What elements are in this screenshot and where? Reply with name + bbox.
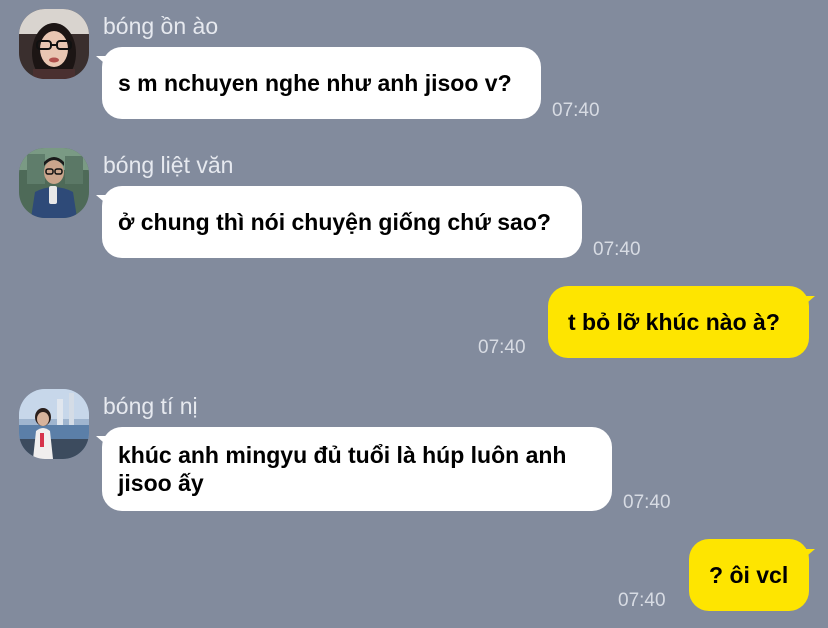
message-time: 07:40 (552, 100, 600, 121)
sender-name: bóng ồn ào (103, 13, 219, 39)
message-text: s m nchuyen nghe như anh jisoo v? (118, 70, 512, 96)
message-time: 07:40 (623, 492, 671, 513)
message-bubble[interactable]: ở chung thì nói chuyện giống chứ sao? (102, 186, 582, 258)
sender-name: bóng tí nị (103, 393, 198, 419)
avatar-photo-woman-seaside (19, 389, 89, 459)
avatar-bong-ti-ni[interactable] (19, 389, 89, 459)
avatar-bong-on-ao[interactable] (19, 9, 89, 79)
message-time: 07:40 (593, 239, 641, 260)
avatar-photo-man (19, 148, 89, 218)
message-text: t bỏ lỡ khúc nào à? (568, 309, 780, 335)
message-text: ở chung thì nói chuyện giống chứ sao? (118, 209, 551, 235)
avatar-photo-glasses (19, 9, 89, 79)
message-text: khúc anh mingyu đủ tuổi là húp luôn anh … (118, 442, 567, 496)
message-time: 07:40 (618, 590, 666, 611)
sender-name: bóng liệt văn (103, 152, 234, 178)
message-bubble[interactable]: t bỏ lỡ khúc nào à? (548, 286, 809, 358)
message-bubble[interactable]: ? ôi vcl (689, 539, 809, 611)
message-time: 07:40 (478, 337, 526, 358)
message-text: ? ôi vcl (709, 562, 789, 588)
avatar-bong-liet-van[interactable] (19, 148, 89, 218)
message-bubble[interactable]: s m nchuyen nghe như anh jisoo v? (102, 47, 541, 119)
message-bubble[interactable]: khúc anh mingyu đủ tuổi là húp luôn anh … (102, 427, 612, 511)
